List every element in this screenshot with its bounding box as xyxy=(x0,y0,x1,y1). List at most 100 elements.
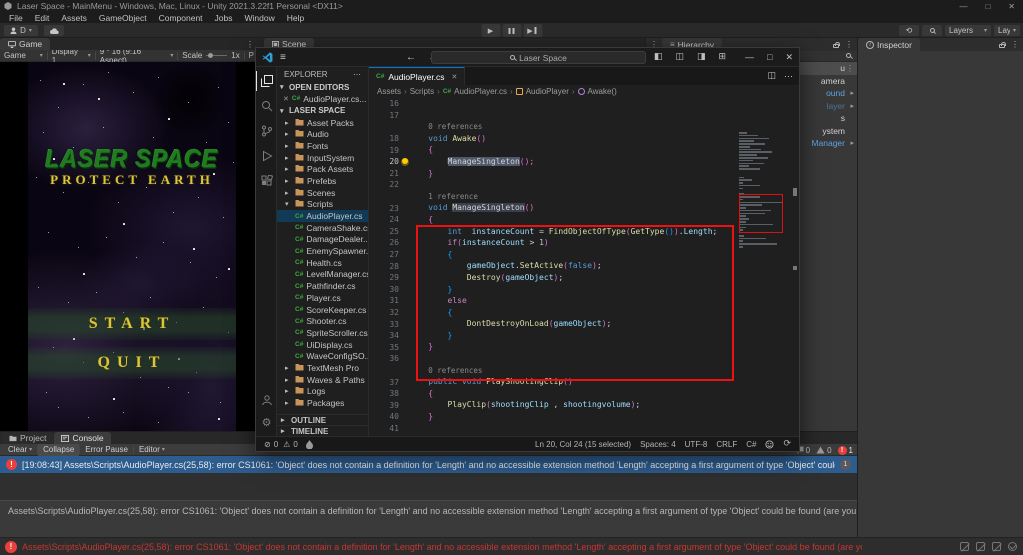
lock-icon[interactable] xyxy=(999,42,1006,48)
file-shooter-cs[interactable]: C# Shooter.cs xyxy=(277,315,368,327)
unity-status-bar[interactable]: ! Assets\Scripts\AudioPlayer.cs(25,58): … xyxy=(0,537,1023,555)
start-button[interactable]: START xyxy=(28,308,236,340)
encoding[interactable]: UTF-8 xyxy=(685,440,708,449)
muted-icon[interactable] xyxy=(960,542,969,551)
breadcrumb-item[interactable]: Awake() xyxy=(588,87,617,96)
extensions-icon[interactable] xyxy=(256,171,277,191)
code-line-28[interactable]: 28 gameObject.SetActive(false); xyxy=(369,260,799,272)
slider-handle[interactable] xyxy=(208,53,214,58)
more-actions-icon[interactable]: ⋯ xyxy=(784,71,793,82)
chevron-right-icon[interactable]: ▸ xyxy=(850,89,854,97)
code-line-19[interactable]: 19 { xyxy=(369,144,799,156)
menu-file[interactable]: File xyxy=(4,13,28,23)
console-editor-button[interactable]: Editor ▾ xyxy=(134,444,170,456)
code-line-41[interactable]: 41 xyxy=(369,423,799,435)
account-icon[interactable] xyxy=(256,390,277,410)
unity-attach-flame-icon[interactable] xyxy=(305,439,313,449)
codelens-row[interactable]: 0 references xyxy=(369,121,799,133)
console-clear-button[interactable]: Clear ▾ xyxy=(3,444,37,456)
command-center-search[interactable]: Laser Space xyxy=(431,51,646,64)
workspace-root[interactable]: ▾ LASER SPACE xyxy=(277,105,368,117)
code-line-38[interactable]: 38 { xyxy=(369,388,799,400)
search-button[interactable] xyxy=(922,25,942,36)
chevron-right-icon[interactable]: ▸ xyxy=(850,102,854,110)
more-actions-icon[interactable]: ⋯ xyxy=(353,70,361,79)
code-line-21[interactable]: 21 } xyxy=(369,168,799,180)
settings-gear-icon[interactable]: ⚙ xyxy=(256,412,277,432)
code-line-37[interactable]: 37 public void PlayShootingClip() xyxy=(369,376,799,388)
scale-slider[interactable] xyxy=(206,53,228,58)
console-error-pause-button[interactable]: Error Pause xyxy=(80,444,133,456)
outline-section[interactable]: ▸ OUTLINE xyxy=(277,414,368,425)
codelens-row[interactable]: 1 reference xyxy=(369,191,799,203)
step-button[interactable]: ▶ xyxy=(523,24,542,37)
feedback-smiley-icon[interactable] xyxy=(765,439,775,449)
menu-window[interactable]: Window xyxy=(240,13,280,23)
file-health-cs[interactable]: C# Health.cs xyxy=(277,257,368,269)
progress-status-icon[interactable] xyxy=(1008,542,1017,551)
minimap[interactable] xyxy=(739,132,785,252)
account-button[interactable]: D ▾ xyxy=(4,25,38,36)
language-mode[interactable]: C# xyxy=(746,440,756,449)
open-editors-section[interactable]: ▾ OPEN EDITORS xyxy=(277,81,368,93)
lightbulb-icon[interactable] xyxy=(402,158,408,165)
console-detail-text[interactable]: Assets\Scripts\AudioPlayer.cs(25,58): er… xyxy=(0,500,857,538)
code-line-17[interactable]: 17 xyxy=(369,110,799,122)
layers-dropdown[interactable]: Layers ▾ xyxy=(945,25,991,36)
code-line-24[interactable]: 24 { xyxy=(369,214,799,226)
folder-fonts[interactable]: ▸ Fonts xyxy=(277,140,368,152)
kebab-menu-icon[interactable]: ⋮ xyxy=(246,40,254,49)
warning-count[interactable]: 0 xyxy=(816,446,832,455)
file-camerashake-cs[interactable]: C# CameraShake.cs xyxy=(277,222,368,234)
breadcrumb[interactable]: Assets › Scripts › C# AudioPlayer.cs › AudioPla… xyxy=(369,85,799,98)
folder-prefebs[interactable]: ▸ Prefebs xyxy=(277,175,368,187)
open-editor-item[interactable]: ✕ C# AudioPlayer.cs... xyxy=(277,93,368,105)
problems-warnings[interactable]: ⚠ 0 xyxy=(283,440,298,449)
code-line-27[interactable]: 27 { xyxy=(369,249,799,261)
tab-audioplayer-cs[interactable]: C# AudioPlayer.cs ✕ xyxy=(369,67,466,85)
notifications-bell-icon[interactable]: ⟳ xyxy=(783,439,791,449)
file-player-cs[interactable]: C# Player.cs xyxy=(277,292,368,304)
breadcrumb-item[interactable]: Scripts xyxy=(410,87,434,96)
code-line-20[interactable]: 20 ManageSingleton(); xyxy=(369,156,799,168)
breadcrumb-item[interactable]: Assets xyxy=(377,87,401,96)
kebab-menu-icon[interactable]: ⋮ xyxy=(1011,40,1019,49)
explorer-activity-icon[interactable] xyxy=(256,71,277,91)
folder-pack-assets[interactable]: ▸ Pack Assets xyxy=(277,163,368,175)
breadcrumb-item[interactable]: AudioPlayer xyxy=(526,87,569,96)
timeline-section[interactable]: ▸ TIMELINE xyxy=(277,425,368,436)
tab-console[interactable]: Console xyxy=(54,432,111,444)
cursor-position[interactable]: Ln 20, Col 24 (15 selected) xyxy=(535,440,631,449)
quit-button[interactable]: QUIT xyxy=(28,347,236,379)
console-collapse-button[interactable]: Collapse xyxy=(38,443,80,456)
file-pathfinder-cs[interactable]: C# Pathfinder.cs xyxy=(277,280,368,292)
file-scorekeeper-cs[interactable]: C# ScoreKeeper.cs xyxy=(277,304,368,316)
minimize-icon[interactable]: — xyxy=(745,52,754,62)
close-icon[interactable]: ✕ xyxy=(283,95,289,103)
code-line-26[interactable]: 26 if(instanceCount > 1) xyxy=(369,237,799,249)
codelens-row[interactable]: 0 references xyxy=(369,365,799,377)
codelens-references[interactable]: 0 references xyxy=(428,122,482,131)
code-line-29[interactable]: 29 Destroy(gameObject); xyxy=(369,272,799,284)
vscode-title-bar[interactable]: ≡ ← → Laser Space ◧ ◫ ◨ ⊞ — □ ✕ xyxy=(256,48,799,67)
breadcrumb-item[interactable]: AudioPlayer.cs xyxy=(454,87,507,96)
codelens-references[interactable]: 1 reference xyxy=(428,192,478,201)
close-icon[interactable]: ✕ xyxy=(785,52,793,63)
codelens-references[interactable]: 0 references xyxy=(428,366,482,375)
back-arrow-icon[interactable]: ← xyxy=(406,52,416,63)
file-uidisplay-cs[interactable]: C# UiDisplay.cs xyxy=(277,339,368,351)
close-icon[interactable]: ✕ xyxy=(452,73,458,81)
chevron-right-icon[interactable]: ▸ xyxy=(850,139,854,147)
search-activity-icon[interactable] xyxy=(256,96,277,116)
indentation[interactable]: Spaces: 4 xyxy=(640,440,676,449)
code-line-25[interactable]: 25 int instanceCount = FindObjectOfType(… xyxy=(369,226,799,238)
menu-gameobject[interactable]: GameObject xyxy=(94,13,152,23)
code-line-30[interactable]: 30 } xyxy=(369,284,799,296)
file-enemyspawner-[interactable]: C# EnemySpawner... xyxy=(277,245,368,257)
code-line-36[interactable]: 36 xyxy=(369,353,799,365)
layout-dropdown[interactable]: Layout▾ xyxy=(994,25,1020,36)
folder-waves-paths[interactable]: ▸ Waves & Paths xyxy=(277,374,368,386)
menu-component[interactable]: Component xyxy=(154,13,208,23)
menu-assets[interactable]: Assets xyxy=(56,13,92,23)
toggle-panel-icon[interactable]: ◫ xyxy=(675,52,684,62)
